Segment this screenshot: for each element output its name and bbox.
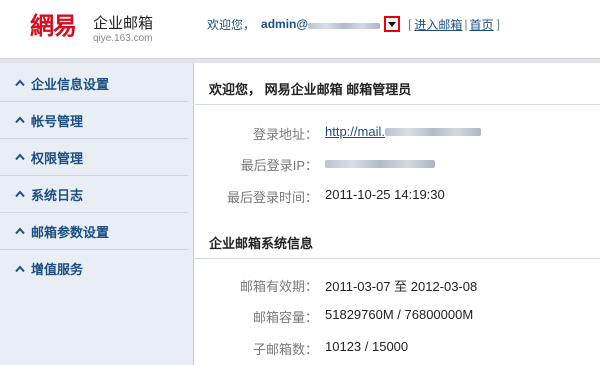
sub-mailbox-count-value: 10123 / 15000 (325, 339, 409, 354)
capacity-value: 51829760M / 76800000M (325, 307, 474, 322)
last-login-ip-row: 最后登录IP： (195, 155, 600, 173)
logo-mark: 網易 (30, 11, 77, 40)
welcome-title: 欢迎您， 网易企业邮箱 邮箱管理员 (209, 82, 412, 97)
chevron-up-icon (14, 151, 26, 163)
chevron-up-icon (14, 77, 26, 89)
last-login-ip-value (325, 155, 435, 170)
bracket-close: ] (496, 17, 500, 31)
validity-row: 邮箱有效期： 2011-03-07 至 2012-03-08 (195, 276, 600, 294)
last-login-time-value: 2011-10-25 14:19:30 (325, 187, 445, 202)
last-login-time-label: 最后登录时间： (226, 190, 318, 205)
caret-down-icon (388, 21, 397, 27)
sidebar-item-label: 增值服务 (31, 262, 84, 277)
validity-value: 2011-03-07 至 2012-03-08 (325, 279, 478, 294)
login-address-value: http://mail. (325, 124, 385, 139)
chevron-up-icon (14, 114, 26, 126)
main-content: 欢迎您， 网易企业邮箱 邮箱管理员 登录地址： http://mail. 最后登… (195, 63, 600, 365)
validity-label: 邮箱有效期： (239, 279, 318, 294)
capacity-label: 邮箱容量： (252, 310, 318, 325)
home-link[interactable]: 首页 (470, 16, 494, 33)
login-address-label: 登录地址： (252, 127, 318, 142)
redacted-url (384, 128, 481, 136)
netease-enterprise-logo[interactable]: 網易 企业邮箱 qiye.163.com (30, 12, 170, 48)
redacted-ip (325, 160, 435, 168)
sidebar-item-label: 企业信息设置 (31, 76, 110, 92)
last-login-time-row: 最后登录时间： 2011-10-25 14:19:30 (195, 187, 600, 205)
sidebar-item-permission-management[interactable]: 权限管理 (0, 139, 188, 176)
system-info-title: 企业邮箱系统信息 (209, 236, 314, 251)
section-divider (195, 258, 600, 259)
welcome-text: 欢迎您， (207, 17, 256, 32)
chevron-up-icon (14, 263, 26, 275)
section-divider (195, 104, 600, 105)
chevron-up-icon (14, 225, 26, 237)
top-header: 網易 企业邮箱 qiye.163.com 欢迎您， admin@ [ 进入邮箱 … (0, 0, 600, 50)
sidebar-item-label: 系统日志 (31, 187, 84, 203)
bracket-open: [ (408, 17, 412, 31)
redacted-email-domain (308, 23, 381, 29)
link-separator: | (464, 17, 468, 31)
sidebar-item-account-management[interactable]: 帐号管理 (0, 102, 188, 139)
sidebar-item-mailbox-settings[interactable]: 邮箱参数设置 (0, 213, 188, 250)
logo-product-name: 企业邮箱 (93, 14, 154, 32)
sub-mailbox-count-label: 子邮箱数： (252, 342, 318, 357)
sidebar-item-system-log[interactable]: 系统日志 (0, 176, 188, 213)
login-address-link[interactable]: http://mail. (325, 124, 481, 139)
sidebar-item-enterprise-info[interactable]: 企业信息设置 (0, 65, 188, 102)
last-login-ip-label: 最后登录IP： (240, 158, 318, 173)
sub-mailbox-count-row: 子邮箱数： 10123 / 15000 (195, 339, 600, 357)
logo-domain: qiye.163.com (93, 33, 153, 44)
admin-account: admin@ (261, 17, 309, 31)
sidebar-item-label: 帐号管理 (31, 113, 84, 129)
capacity-row: 邮箱容量： 51829760M / 76800000M (195, 307, 600, 325)
login-address-row: 登录地址： http://mail. (195, 124, 600, 142)
sidebar-item-label: 权限管理 (31, 150, 84, 166)
account-dropdown-button[interactable] (384, 16, 401, 32)
chevron-up-icon (14, 188, 26, 200)
user-info-bar: 欢迎您， admin@ [ 进入邮箱 | 首页 ] (207, 16, 503, 32)
sidebar-item-value-added-services[interactable]: 增值服务 (0, 250, 188, 287)
sidebar-item-label: 邮箱参数设置 (31, 224, 110, 240)
sidebar-nav: 企业信息设置 帐号管理 权限管理 系统日志 邮箱参数设置 增值服务 (0, 63, 194, 365)
enter-mailbox-link[interactable]: 进入邮箱 (414, 16, 462, 33)
